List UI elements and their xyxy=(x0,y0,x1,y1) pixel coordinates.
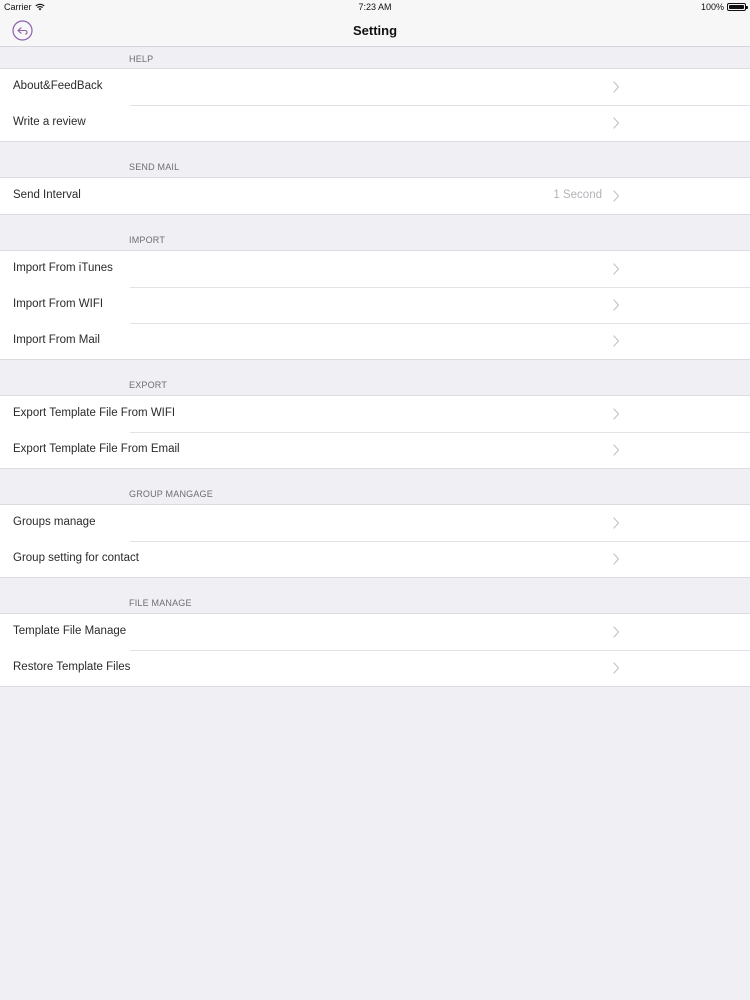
row-label: Export Template File From WIFI xyxy=(13,407,176,419)
settings-list: HELP About&FeedBack Write a review SEND MAI… xyxy=(0,47,750,687)
chevron-right-icon xyxy=(613,517,620,529)
row-label: Import From Mail xyxy=(13,334,100,346)
row-label: Template File Manage xyxy=(13,625,127,637)
settings-group: Send Interval 1 Second xyxy=(0,178,750,215)
settings-row[interactable]: Groups manage xyxy=(0,505,750,541)
chevron-right-icon xyxy=(613,662,620,674)
row-label: Import From iTunes xyxy=(13,262,113,274)
settings-row[interactable]: Write a review xyxy=(0,105,750,141)
settings-row[interactable]: Import From Mail xyxy=(0,323,750,359)
row-label: Import From WIFI xyxy=(13,298,104,310)
chevron-right-icon xyxy=(613,117,620,129)
settings-row[interactable]: Send Interval 1 Second xyxy=(0,178,750,214)
status-bar: Carrier 7:23 AM 100% xyxy=(0,0,750,14)
row-label: Export Template File From Email xyxy=(13,443,180,455)
page-title: Setting xyxy=(352,23,398,38)
chevron-right-icon xyxy=(613,81,620,93)
chevron-right-icon xyxy=(613,299,620,311)
settings-row[interactable]: Export Template File From WIFI xyxy=(0,396,750,432)
settings-row[interactable]: Restore Template Files xyxy=(0,650,750,686)
battery-icon xyxy=(727,3,748,11)
status-time: 7:23 AM xyxy=(358,2,392,12)
row-label: About&FeedBack xyxy=(13,80,103,92)
settings-row[interactable]: About&FeedBack xyxy=(0,69,750,105)
settings-group: About&FeedBack Write a review xyxy=(0,69,750,142)
section-header: HELP xyxy=(0,47,750,69)
settings-row[interactable]: Import From WIFI xyxy=(0,287,750,323)
settings-group: Template File Manage Restore Template Fil… xyxy=(0,614,750,687)
battery-percent: 100% xyxy=(700,2,724,12)
settings-row[interactable]: Template File Manage xyxy=(0,614,750,650)
row-label: Write a review xyxy=(13,116,86,128)
chevron-right-icon xyxy=(613,335,620,347)
row-label: Send Interval xyxy=(13,189,81,201)
chevron-right-icon xyxy=(613,408,620,420)
row-label: Groups manage xyxy=(13,516,96,528)
settings-row[interactable]: Import From iTunes xyxy=(0,251,750,287)
section-header: FILE MANAGE xyxy=(0,578,750,614)
settings-group: Import From iTunes Import From WIFI Import… xyxy=(0,251,750,360)
settings-row[interactable]: Group setting for contact xyxy=(0,541,750,577)
settings-row[interactable]: Export Template File From Email xyxy=(0,432,750,468)
settings-group: Export Template File From WIFI Export Tem… xyxy=(0,396,750,469)
row-label: Group setting for contact xyxy=(13,552,139,564)
battery-level xyxy=(729,5,744,9)
section-header: GROUP MANGAGE xyxy=(0,469,750,505)
chevron-right-icon xyxy=(613,263,620,275)
section-header: IMPORT xyxy=(0,215,750,251)
row-value: 1 Second xyxy=(553,189,602,201)
chevron-right-icon xyxy=(613,190,620,202)
section-header: SEND MAIL xyxy=(0,142,750,178)
settings-group: Groups manage Group setting for contact xyxy=(0,505,750,578)
chevron-right-icon xyxy=(613,626,620,638)
navigation-bar: Setting xyxy=(0,14,750,47)
section-header: EXPORT xyxy=(0,360,750,396)
chevron-right-icon xyxy=(613,444,620,456)
row-label: Restore Template Files xyxy=(13,661,131,673)
chevron-right-icon xyxy=(613,553,620,565)
status-right: 100% xyxy=(700,2,748,12)
